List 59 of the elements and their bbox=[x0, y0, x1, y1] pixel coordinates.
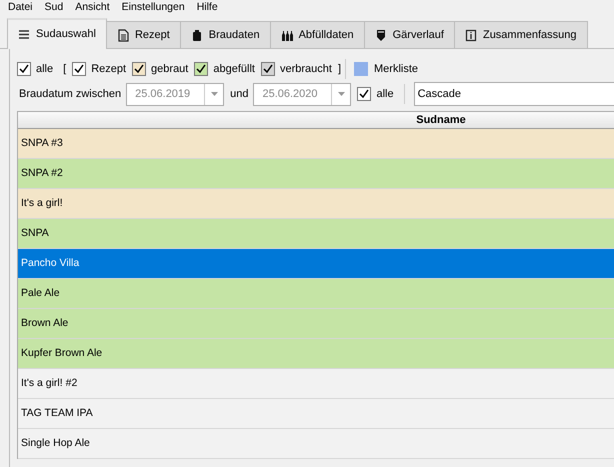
menu-item[interactable]: Datei bbox=[8, 0, 41, 12]
checkbox[interactable] bbox=[357, 87, 372, 101]
checkbox[interactable] bbox=[17, 62, 31, 76]
fermenter-icon bbox=[374, 28, 387, 42]
document-icon bbox=[116, 28, 129, 42]
dropdown-arrow-icon bbox=[338, 92, 345, 96]
column-header[interactable]: Sudname bbox=[416, 114, 466, 126]
tab[interactable]: Rezept bbox=[106, 21, 181, 48]
search-field[interactable]: Cascade bbox=[414, 82, 614, 106]
table-row[interactable]: SNPA #2 bbox=[18, 159, 614, 189]
field-label: und bbox=[230, 86, 248, 102]
checkbox-label: verbraucht bbox=[280, 62, 332, 77]
table-cell-text: Pancho Villa bbox=[21, 256, 80, 271]
table-row[interactable]: Pale Ale bbox=[18, 279, 614, 309]
table-row[interactable]: Kupfer Brown Ale bbox=[18, 339, 614, 369]
kettle-icon bbox=[190, 28, 203, 42]
tab[interactable]: Zusammenfassung bbox=[454, 21, 588, 48]
tab[interactable]: Abfülldaten bbox=[270, 21, 365, 48]
date-field[interactable]: 25.06.2019 bbox=[126, 82, 224, 106]
menu-item[interactable]: Ansicht bbox=[75, 0, 118, 12]
menu-item[interactable]: Sud bbox=[44, 0, 72, 12]
table-cell-text: Single Hop Ale bbox=[21, 436, 90, 451]
checkbox-label: abgefüllt bbox=[213, 62, 255, 77]
date-field[interactable]: 25.06.2020 bbox=[253, 82, 352, 106]
tab[interactable]: Gärverlauf bbox=[364, 21, 455, 48]
table-cell-text: It's a girl! #2 bbox=[21, 376, 78, 391]
table-cell-text: Brown Ale bbox=[21, 316, 68, 331]
menu-item[interactable]: Einstellungen bbox=[122, 0, 193, 12]
checkbox[interactable] bbox=[72, 62, 86, 76]
bottles-icon bbox=[280, 28, 293, 42]
checkbox-label: Merkliste bbox=[374, 62, 418, 77]
checkbox[interactable] bbox=[260, 62, 275, 76]
table-cell-text: SNPA #2 bbox=[21, 166, 63, 181]
dropdown-arrow-icon bbox=[210, 92, 218, 96]
menu-icon bbox=[18, 28, 30, 41]
table-cell-text: Kupfer Brown Ale bbox=[21, 346, 102, 361]
checkbox[interactable] bbox=[194, 62, 208, 76]
table-cell-text: TAG TEAM IPA bbox=[21, 406, 93, 421]
tab[interactable]: Braudaten bbox=[180, 21, 271, 48]
table-cell-text: It's a girl! bbox=[21, 196, 63, 211]
checkbox-label: gebraut bbox=[151, 62, 188, 77]
bracket: [ bbox=[63, 62, 66, 77]
checkbox[interactable] bbox=[132, 62, 146, 76]
table-row[interactable]: Brown Ale bbox=[18, 309, 614, 339]
field-label: Braudatum zwischen bbox=[19, 86, 122, 102]
table-row[interactable]: Pancho Villa bbox=[18, 249, 614, 279]
table-row[interactable]: SNPA bbox=[18, 219, 614, 249]
checkbox-label: Rezept bbox=[91, 62, 126, 77]
checkbox-label: alle bbox=[376, 86, 394, 102]
tab[interactable]: Sudauswahl bbox=[7, 18, 107, 49]
table-row[interactable]: SNPA #3 bbox=[18, 129, 614, 159]
table-row[interactable]: It's a girl! bbox=[18, 189, 614, 219]
table-cell-text: SNPA bbox=[21, 226, 49, 241]
info-icon bbox=[464, 28, 477, 42]
bracket: ] bbox=[338, 62, 341, 77]
table-cell-text: Pale Ale bbox=[21, 286, 60, 301]
menu-item[interactable]: Hilfe bbox=[196, 0, 226, 12]
table-cell-text: SNPA #3 bbox=[21, 136, 63, 151]
checkbox-label: alle bbox=[36, 62, 54, 77]
